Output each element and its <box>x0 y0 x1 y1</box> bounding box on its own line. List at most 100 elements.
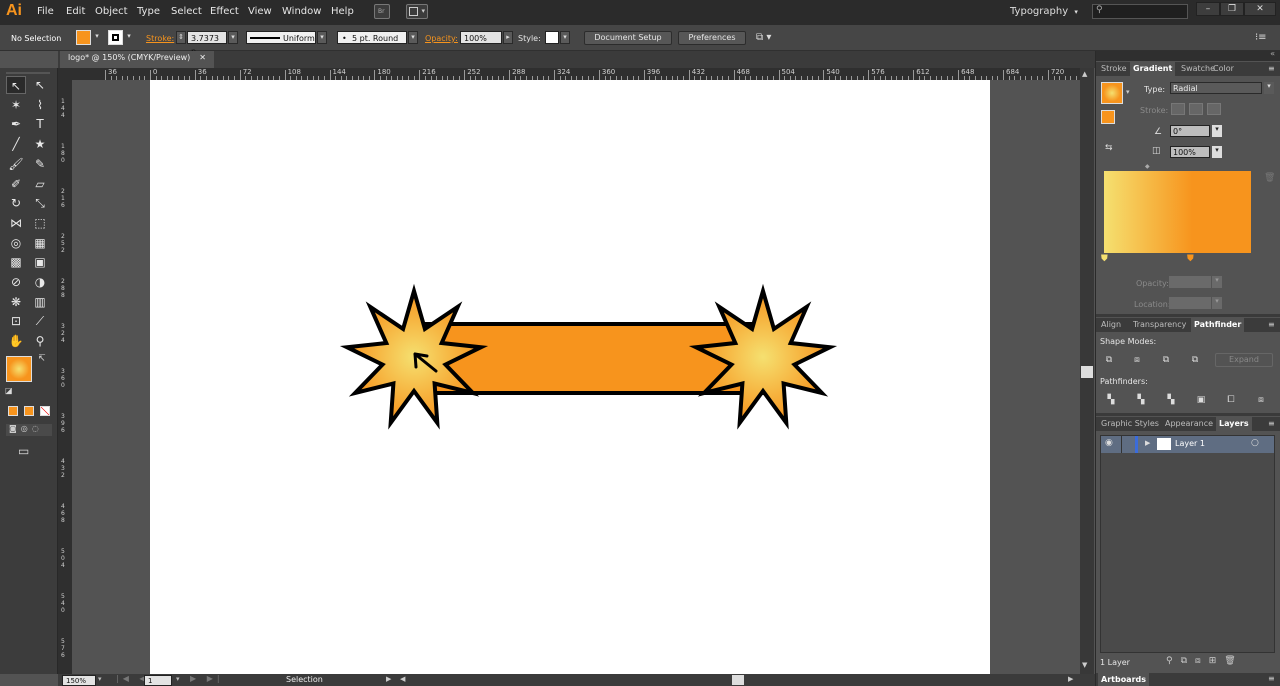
crop-icon[interactable]: ▣ <box>1194 394 1208 406</box>
tab-graphic-styles[interactable]: Graphic Styles <box>1098 417 1162 431</box>
close-window-button[interactable]: ✕ <box>1244 2 1276 16</box>
menu-help[interactable]: Help <box>331 6 354 17</box>
tab-appearance[interactable]: Appearance <box>1162 417 1216 431</box>
preferences-button[interactable]: Preferences <box>678 31 746 45</box>
gradient-swatch-dropdown[interactable]: ▾ <box>1126 88 1130 96</box>
pencil-tool[interactable]: ✎ <box>30 155 50 173</box>
hand-tool[interactable]: ✋ <box>6 332 26 350</box>
scroll-thumb[interactable] <box>1081 366 1093 378</box>
stroke-along-icon[interactable] <box>1189 103 1203 115</box>
menu-type[interactable]: Type <box>137 6 160 17</box>
layer-row[interactable]: ◉ ▶ Layer 1 ○ <box>1101 436 1274 453</box>
logo-artwork[interactable] <box>150 80 990 674</box>
zoom-field[interactable]: 150% <box>62 675 96 686</box>
artboard-tool[interactable]: ⊡ <box>6 312 26 330</box>
selection-tool[interactable]: ↖ <box>6 76 26 94</box>
stop-location-dropdown[interactable]: ▾ <box>1212 297 1222 309</box>
target-icon[interactable]: ○ <box>1251 438 1259 448</box>
reverse-gradient-icon[interactable]: ⇆ <box>1105 143 1113 153</box>
tab-gradient[interactable]: Gradient <box>1130 62 1176 76</box>
style-swatch[interactable] <box>545 31 559 44</box>
zoom-dropdown[interactable]: ▾ <box>98 675 102 683</box>
eraser-tool[interactable]: ▱ <box>30 175 50 193</box>
panel-menu-icon[interactable]: ≡ <box>1268 419 1275 428</box>
tab-transparency[interactable]: Transparency <box>1130 318 1189 332</box>
workspace-switcher[interactable]: Typography ▾ <box>1010 6 1078 17</box>
opacity-dropdown[interactable]: ▸ <box>503 31 513 44</box>
artboard-number-field[interactable]: 1 <box>144 675 172 686</box>
gradient-mode-icon[interactable] <box>24 406 34 416</box>
search-input[interactable] <box>1092 4 1188 19</box>
gradient-type-dropdown[interactable]: ▾ <box>1264 82 1274 94</box>
type-tool[interactable]: T <box>30 115 50 133</box>
stroke-dropdown[interactable]: ▾ <box>124 31 134 44</box>
vertical-ruler[interactable]: 1 4 4 1 8 0 2 1 6 2 5 2 2 8 8 3 2 4 3 6 0 3 9 6… <box>58 80 72 674</box>
stop-opacity-dropdown[interactable]: ▾ <box>1212 276 1222 288</box>
lasso-tool[interactable]: ⌇ <box>30 96 50 114</box>
swap-colors-icon[interactable]: ↸ <box>38 354 46 364</box>
fill-color-box[interactable] <box>6 356 32 382</box>
minimize-button[interactable]: – <box>1196 2 1220 16</box>
panel-menu-icon[interactable]: ≡ <box>1268 320 1275 329</box>
stop-location-field[interactable] <box>1169 297 1211 309</box>
layer-name[interactable]: Layer 1 <box>1175 439 1205 448</box>
scroll-up-icon[interactable]: ▲ <box>1082 70 1087 78</box>
delete-stop-icon[interactable]: 🗑 <box>1264 173 1275 183</box>
style-dropdown[interactable]: ▾ <box>560 31 570 44</box>
width-tool[interactable]: ⋈ <box>6 214 26 232</box>
screen-mode-icon[interactable]: ▭ <box>18 444 29 458</box>
slice-tool[interactable]: ⟋ <box>30 312 50 330</box>
artboard-next-icon[interactable]: ▶ ▶| <box>190 674 224 683</box>
scroll-down-icon[interactable]: ▼ <box>1082 661 1087 669</box>
artboard-dropdown[interactable]: ▾ <box>176 675 180 683</box>
fill-dropdown[interactable]: ▾ <box>92 31 102 44</box>
tab-stroke[interactable]: Stroke <box>1098 62 1130 76</box>
shape-builder-tool[interactable]: ◎ <box>6 234 26 252</box>
expand-layer-icon[interactable]: ▶ <box>1145 439 1150 447</box>
menu-select[interactable]: Select <box>171 6 202 17</box>
horizontal-ruler[interactable]: 36 0 36 72 108 144 180 216 252 288 324 360 396 432 468… <box>72 68 1080 80</box>
direct-selection-tool[interactable]: ↖ <box>30 76 50 94</box>
stroke-within-icon[interactable] <box>1171 103 1185 115</box>
arrange-documents-icon[interactable]: ▾ <box>406 4 428 19</box>
horizontal-scroll-thumb[interactable] <box>732 675 744 685</box>
status-menu-icon[interactable]: ▶ <box>386 675 391 683</box>
stroke-across-icon[interactable] <box>1207 103 1221 115</box>
aspect-ratio-field[interactable]: 100% <box>1170 146 1210 158</box>
gradient-tool[interactable]: ▣ <box>30 253 50 271</box>
gradient-preview-bar[interactable] <box>1104 171 1251 253</box>
stroke-stepper[interactable]: ⇕ <box>176 31 186 44</box>
paintbrush-tool[interactable]: 🖌 <box>6 155 26 173</box>
symbol-sprayer-tool[interactable]: ❋ <box>6 293 26 311</box>
pen-tool[interactable]: ✒ <box>6 115 26 133</box>
scroll-right-icon[interactable]: ▶ <box>1068 675 1073 683</box>
rotate-tool[interactable]: ↻ <box>6 194 26 212</box>
star-tool[interactable]: ★ <box>30 135 50 153</box>
close-tab-icon[interactable]: ✕ <box>199 53 206 62</box>
tab-color[interactable]: Color <box>1210 62 1237 76</box>
stroke-weight-dropdown[interactable]: ▾ <box>228 31 238 44</box>
menu-effect[interactable]: Effect <box>210 6 239 17</box>
bridge-icon[interactable]: Br <box>374 4 390 19</box>
minus-front-icon[interactable]: ⧈ <box>1130 354 1144 366</box>
stroke-weight-field[interactable]: 3.7373 p <box>187 31 227 56</box>
menu-window[interactable]: Window <box>282 6 321 17</box>
eyedropper-tool[interactable]: ⊘ <box>6 273 26 291</box>
gradient-type-field[interactable]: Radial <box>1170 82 1262 94</box>
menu-object[interactable]: Object <box>95 6 128 17</box>
panel-menu-icon[interactable]: ≡ <box>1268 674 1275 683</box>
gradient-fill-small-icon[interactable] <box>1101 110 1115 124</box>
stroke-profile-field[interactable]: Uniform <box>246 31 316 44</box>
blend-tool[interactable]: ◑ <box>30 273 50 291</box>
scroll-left-icon[interactable]: ◀ <box>400 675 405 683</box>
document-setup-button[interactable]: Document Setup <box>584 31 672 45</box>
exclude-icon[interactable]: ⧉ <box>1188 354 1202 366</box>
midpoint-diamond-icon[interactable]: ◆ <box>1145 163 1150 170</box>
divide-icon[interactable]: ▚ <box>1104 394 1118 406</box>
stroke-label[interactable]: Stroke: <box>146 34 174 43</box>
angle-field[interactable]: 0° <box>1170 125 1210 137</box>
color-mode-icon[interactable] <box>8 406 18 416</box>
zoom-tool[interactable]: ⚲ <box>30 332 50 350</box>
line-tool[interactable]: ╱ <box>6 135 26 153</box>
scale-tool[interactable]: ⤡ <box>30 194 50 212</box>
